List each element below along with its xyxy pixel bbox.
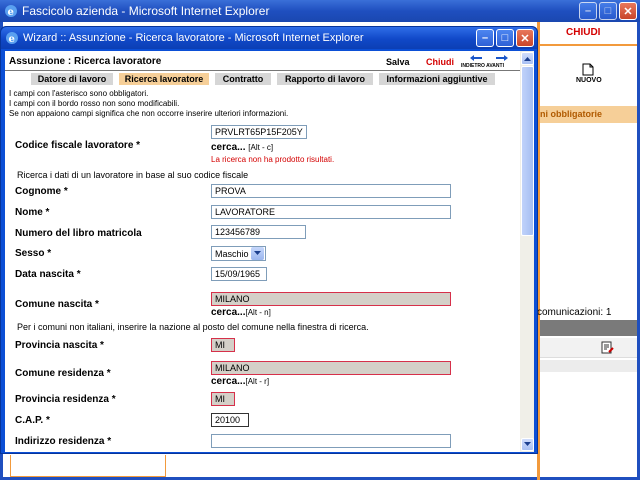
orange-rule: [540, 44, 637, 46]
chevron-down-icon[interactable]: [251, 247, 264, 260]
nuovo-label[interactable]: NUOVO: [576, 77, 602, 84]
search-error-message: La ricerca non ha prodotto risultati.: [211, 155, 335, 164]
nav-arrows-label: INDIETRO AVANTI: [461, 63, 504, 69]
indirizzo-label: Indirizzo residenza *: [15, 436, 112, 447]
matricola-field[interactable]: 123456789: [211, 225, 306, 239]
sesso-selected-value: Maschio: [215, 248, 249, 259]
provincia-residenza-label: Provincia residenza *: [15, 394, 116, 405]
popup-maximize-button[interactable]: □: [496, 29, 514, 47]
codice-fiscale-label: Codice fiscale lavoratore *: [15, 140, 141, 151]
ie-icon: e: [6, 32, 18, 45]
indirizzo-field[interactable]: [211, 434, 451, 448]
wizard-popup-window: e Wizard :: Assunzione - Ricerca lavorat…: [0, 26, 538, 454]
maximize-icon: □: [604, 5, 612, 17]
chevron-up-icon: [524, 57, 531, 61]
popup-title-bar[interactable]: e Wizard :: Assunzione - Ricerca lavorat…: [1, 27, 537, 49]
cerca-comune-nascita-link[interactable]: cerca...[Alt - n]: [211, 307, 271, 318]
background-title-bar[interactable]: e Fascicolo azienda - Microsoft Internet…: [0, 0, 640, 22]
background-window-title: Fascicolo azienda - Microsoft Internet E…: [22, 4, 270, 18]
note-campi: Se non appaiono campi significa che non …: [9, 109, 289, 118]
shortcut-hint: [Alt - r]: [245, 377, 270, 386]
cognome-label: Cognome *: [15, 186, 68, 197]
provincia-residenza-field: MI: [211, 392, 235, 406]
tab-contratto[interactable]: Contratto: [215, 73, 271, 85]
codice-fiscale-field[interactable]: PRVLRT65P15F205Y: [211, 125, 307, 139]
comune-nascita-label: Comune nascita *: [15, 299, 99, 310]
provincia-nascita-label: Provincia nascita *: [15, 340, 104, 351]
minimize-icon: –: [584, 5, 592, 17]
nome-label: Nome *: [15, 207, 50, 218]
table-row: [540, 338, 637, 358]
popup-content: Assunzione : Ricerca lavoratore Salva Ch…: [5, 51, 534, 452]
document-edit-icon[interactable]: [601, 341, 614, 354]
vertical-scrollbar[interactable]: [520, 51, 534, 452]
ie-icon: e: [5, 5, 17, 18]
cerca-label: cerca...: [211, 142, 246, 153]
matricola-label: Numero del libro matricola: [15, 228, 142, 239]
tab-rapporto-di-lavoro[interactable]: Rapporto di lavoro: [277, 73, 373, 85]
cerca-comune-residenza-link[interactable]: cerca...[Alt - r]: [211, 376, 269, 387]
sesso-label: Sesso *: [15, 248, 52, 259]
cerca-label: cerca...: [211, 376, 246, 387]
back-arrow-icon[interactable]: [469, 54, 483, 62]
cap-field[interactable]: 20100: [211, 413, 249, 427]
chiudi-link[interactable]: Chiudi: [426, 57, 454, 67]
tab-informazioni-aggiuntive[interactable]: Informazioni aggiuntive: [379, 73, 495, 85]
wizard-tabs: Datore di lavoro Ricerca lavoratore Cont…: [5, 73, 520, 85]
ricerca-info-text: Ricerca i dati di un lavoratore in base …: [17, 170, 249, 180]
comunicazioni-count: comunicazioni: 1: [537, 307, 612, 318]
close-icon: ✕: [520, 32, 530, 45]
new-document-icon[interactable]: [582, 63, 594, 76]
popup-minimize-button[interactable]: –: [476, 29, 494, 47]
comuni-info-text: Per i comuni non italiani, inserire la n…: [17, 322, 369, 332]
maximize-button[interactable]: □: [599, 2, 617, 20]
comune-residenza-field: MILANO: [211, 361, 451, 375]
cerca-label: cerca...: [211, 307, 246, 318]
provincia-nascita-field: MI: [211, 338, 235, 352]
minimize-icon: –: [481, 32, 489, 44]
page-title: Assunzione : Ricerca lavoratore: [9, 56, 162, 67]
cognome-field[interactable]: PROVA: [211, 184, 451, 198]
shortcut-hint: [Alt - c]: [248, 143, 274, 152]
tab-ricerca-lavoratore[interactable]: Ricerca lavoratore: [119, 73, 209, 85]
nome-field[interactable]: LAVORATORE: [211, 205, 451, 219]
chevron-down-icon: [524, 442, 531, 446]
tab-datore-di-lavoro[interactable]: Datore di lavoro: [31, 73, 113, 85]
sesso-select[interactable]: Maschio: [211, 246, 266, 261]
svg-text:e: e: [9, 34, 15, 45]
forward-arrow-icon[interactable]: [495, 54, 509, 62]
comune-residenza-label: Comune residenza *: [15, 368, 111, 379]
campi-obbligatorie-header: ni obbligatorie: [540, 106, 637, 123]
close-button[interactable]: ✕: [619, 2, 637, 20]
cap-label: C.A.P. *: [15, 415, 50, 426]
shortcut-hint: [Alt - n]: [245, 308, 271, 317]
background-chiudi-link[interactable]: CHIUDI: [566, 27, 600, 38]
scroll-up-button[interactable]: [521, 52, 534, 65]
popup-window-title: Wizard :: Assunzione - Ricerca lavorator…: [23, 32, 364, 44]
minimize-button[interactable]: –: [579, 2, 597, 20]
table-header-bar: [540, 320, 637, 336]
comune-nascita-field: MILANO: [211, 292, 451, 306]
data-nascita-label: Data nascita *: [15, 269, 81, 280]
popup-close-button[interactable]: ✕: [516, 29, 534, 47]
table-row: [540, 360, 637, 372]
bottom-panel: [10, 455, 166, 477]
wizard-header: Assunzione : Ricerca lavoratore Salva Ch…: [5, 51, 520, 71]
close-icon: ✕: [623, 5, 633, 18]
note-asterisco: I campi con l'asterisco sono obbligatori…: [9, 89, 149, 98]
scroll-down-button[interactable]: [521, 438, 534, 451]
scroll-thumb[interactable]: [521, 66, 534, 236]
maximize-icon: □: [501, 32, 509, 44]
salva-link[interactable]: Salva: [386, 57, 410, 67]
note-bordo-rosso: I campi con il bordo rosso non sono modi…: [9, 99, 180, 108]
svg-text:e: e: [8, 7, 14, 18]
cerca-codice-fiscale-link[interactable]: cerca... [Alt - c]: [211, 142, 273, 153]
data-nascita-field[interactable]: 15/09/1965: [211, 267, 267, 281]
